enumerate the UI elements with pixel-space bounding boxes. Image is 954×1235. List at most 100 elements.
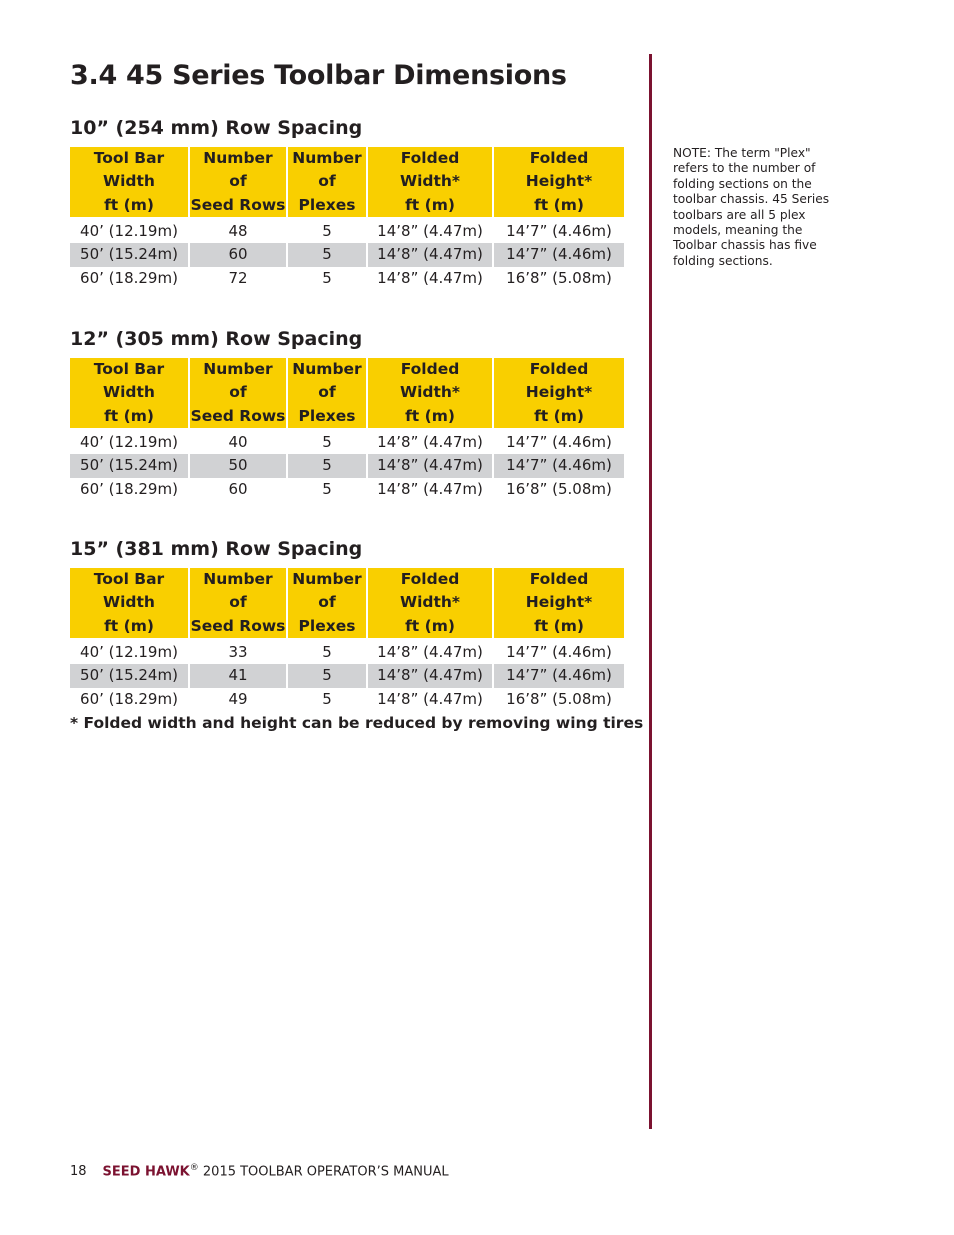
section-12in-spacing: 12” (305 mm) Row Spacing Tool Bar Width ft… [70, 326, 626, 501]
page-title: 3.4 45 Series Toolbar Dimensions [70, 60, 567, 91]
column-header-line: Folded [529, 149, 589, 167]
column-header-line: Number [203, 570, 273, 588]
column-header-line: ft (m) [405, 195, 455, 214]
table-cell: 14’8” (4.47m) [377, 689, 483, 708]
table-cell: 50’ (15.24m) [70, 243, 188, 267]
column-header-line: Height* [525, 172, 593, 191]
column-header-line: ft (m) [534, 195, 584, 214]
table-cell: 5 [322, 432, 332, 451]
section-15in-spacing: 15” (381 mm) Row Spacing Tool Bar Width ft… [70, 536, 626, 711]
table-row: 60’ (18.29m) 72 5 14’8” (4.47m) 16’8” (5.08m… [70, 267, 624, 291]
column-header-line: Seed Rows [190, 406, 286, 425]
column-header-line: Number [292, 360, 362, 378]
column-header-line: Folded [529, 570, 589, 588]
column-header: Folded Width* ft (m) [368, 568, 492, 641]
header-row: Tool Bar Width ft (m) Number of Seed Rows Numb… [70, 358, 624, 431]
table-cell: 14’8” (4.47m) [377, 221, 483, 240]
table-cell: 14’8” (4.47m) [377, 479, 483, 498]
table-cell: 40’ (12.19m) [80, 642, 178, 661]
table-cell: 5 [288, 664, 366, 688]
table-cell: 5 [322, 479, 332, 498]
table-cell: 50’ (15.24m) [70, 664, 188, 688]
registered-mark: ® [189, 1163, 199, 1173]
table-cell: 33 [228, 642, 248, 661]
table-cell: 14’8” (4.47m) [368, 454, 492, 478]
table-cell: 14’8” (4.47m) [377, 268, 483, 287]
column-header: Folded Height* ft (m) [494, 358, 624, 431]
sidebar-note: NOTE: The term "Plex" refers to the numb… [673, 146, 830, 268]
column-header-line: Tool Bar [93, 360, 165, 378]
table-cell: 50’ (15.24m) [70, 454, 188, 478]
table-cell: 41 [190, 664, 286, 688]
table-cell: 5 [322, 689, 332, 708]
table-row: 50’ (15.24m) 41 5 14’8” (4.47m) 14’7” (4.46m… [70, 664, 624, 688]
column-header-line: Folded [400, 360, 460, 378]
column-header: Number of Seed Rows [190, 358, 286, 431]
table-cell: 14’7” (4.46m) [494, 243, 624, 267]
table-cell: 5 [288, 454, 366, 478]
column-header: Number of Seed Rows [190, 147, 286, 220]
column-header-line: Tool Bar [93, 570, 165, 588]
column-header-line: Number [292, 149, 362, 167]
table-cell: 16’8” (5.08m) [506, 268, 612, 287]
table-row: 50’ (15.24m) 60 5 14’8” (4.47m) 14’7” (4.46m… [70, 243, 624, 267]
column-header-line: ft (m) [405, 406, 455, 425]
column-header-line: ft (m) [405, 616, 455, 635]
column-header-line: Width [103, 383, 155, 402]
table-cell: 40’ (12.19m) [80, 221, 178, 240]
section-heading: 10” (254 mm) Row Spacing [70, 117, 363, 139]
column-header-line: Number [292, 570, 362, 588]
column-header-line: Width [103, 593, 155, 612]
column-header: Number of Seed Rows [190, 568, 286, 641]
column-header-line: Tool Bar [93, 149, 165, 167]
table-row: 40’ (12.19m) 40 5 14’8” (4.47m) 14’7” (4.46m… [70, 431, 624, 455]
column-header: Folded Width* ft (m) [368, 358, 492, 431]
table-cell: 48 [228, 221, 248, 240]
footnote: * Folded width and height can be reduced… [70, 714, 644, 732]
table-cell: 40’ (12.19m) [80, 432, 178, 451]
table-row: 50’ (15.24m) 50 5 14’8” (4.47m) 14’7” (4.46m… [70, 454, 624, 478]
dimensions-table: Tool Bar Width ft (m) Number of Seed Rows Numb… [68, 568, 626, 711]
table-cell: 16’8” (5.08m) [506, 689, 612, 708]
header-row: Tool Bar Width ft (m) Number of Seed Rows Numb… [70, 147, 624, 220]
column-header-line: of [318, 383, 336, 402]
column-header: Tool Bar Width ft (m) [70, 358, 188, 431]
column-header-line: Plexes [298, 195, 356, 214]
dimensions-table: Tool Bar Width ft (m) Number of Seed Rows Numb… [68, 147, 626, 290]
column-header-line: Plexes [298, 616, 356, 635]
section-heading: 15” (381 mm) Row Spacing [70, 538, 363, 560]
table-cell: 60’ (18.29m) [80, 479, 178, 498]
column-header-line: Width* [399, 383, 461, 402]
column-header-line: of [229, 172, 247, 191]
column-header-line: of [229, 383, 247, 402]
table-cell: 60’ (18.29m) [80, 689, 178, 708]
column-header-line: Number [203, 149, 273, 167]
column-header: Folded Height* ft (m) [494, 147, 624, 220]
table-cell: 14’7” (4.46m) [506, 642, 612, 661]
table-row: 60’ (18.29m) 60 5 14’8” (4.47m) 16’8” (5.08m… [70, 478, 624, 502]
table-cell: 60’ (18.29m) [80, 268, 178, 287]
table-cell: 14’8” (4.47m) [377, 432, 483, 451]
table-cell: 14’7” (4.46m) [494, 664, 624, 688]
column-header-line: of [229, 593, 247, 612]
column-header-line: Width* [399, 593, 461, 612]
table-cell: 14’8” (4.47m) [377, 642, 483, 661]
column-header-line: Number [203, 360, 273, 378]
table-cell: 5 [322, 268, 332, 287]
column-header-line: Folded [400, 149, 460, 167]
table-row: 40’ (12.19m) 33 5 14’8” (4.47m) 14’7” (4.46m… [70, 641, 624, 665]
column-header-line: ft (m) [534, 406, 584, 425]
table-cell: 5 [322, 221, 332, 240]
column-header-line: ft (m) [104, 406, 154, 425]
table-cell: 40 [228, 432, 248, 451]
table-cell: 14’7” (4.46m) [506, 221, 612, 240]
table-cell: 14’7” (4.46m) [494, 454, 624, 478]
page-footer: 18 SEED HAWK® 2015 TOOLBAR OPERATOR’S MAN… [70, 1163, 449, 1179]
manual-title: 2015 TOOLBAR OPERATOR’S MANUAL [198, 1164, 449, 1180]
table-cell: 14’8” (4.47m) [368, 664, 492, 688]
table-cell: 16’8” (5.08m) [506, 479, 612, 498]
table-cell: 5 [288, 243, 366, 267]
column-header-line: of [318, 172, 336, 191]
column-header-line: ft (m) [104, 616, 154, 635]
column-header: Folded Height* ft (m) [494, 568, 624, 641]
